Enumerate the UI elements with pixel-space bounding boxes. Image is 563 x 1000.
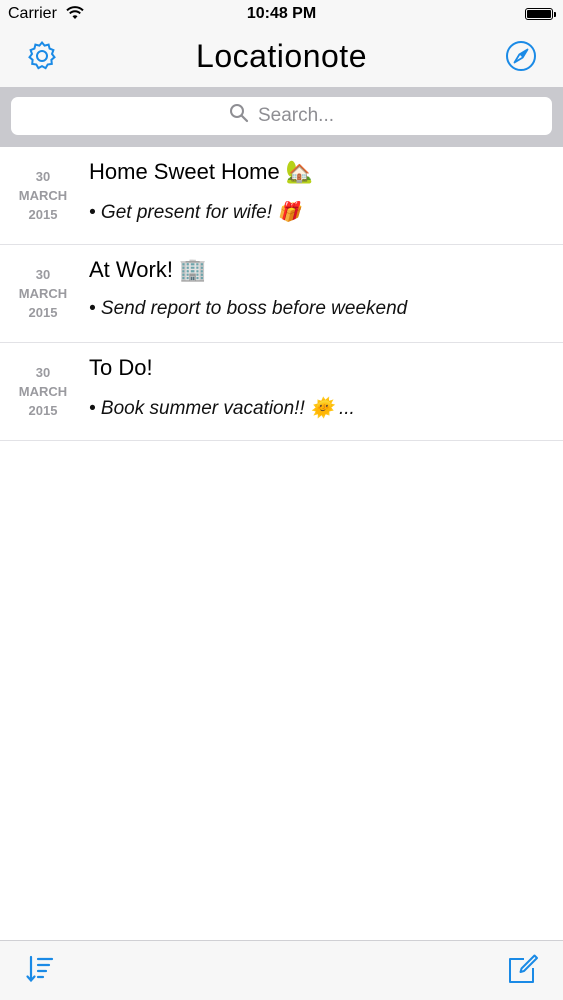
nav-bar: Locationote bbox=[0, 30, 563, 87]
note-month: MARCH bbox=[18, 286, 68, 301]
note-month: MARCH bbox=[18, 188, 68, 203]
sort-button[interactable] bbox=[22, 953, 58, 989]
note-day: 30 bbox=[35, 365, 51, 380]
search-placeholder: Search... bbox=[257, 105, 335, 126]
location-button[interactable] bbox=[501, 38, 541, 78]
search-input[interactable]: Search... bbox=[11, 97, 552, 135]
list-item[interactable]: 30 MARCH 2015 To Do! • Book summer vacat… bbox=[0, 343, 563, 441]
note-title: At Work! 🏢 bbox=[89, 257, 207, 282]
note-snippet: • Book summer vacation!! 🌞 ... bbox=[89, 398, 355, 419]
note-month: MARCH bbox=[18, 384, 68, 399]
sort-icon bbox=[25, 954, 55, 989]
magnifier-icon bbox=[229, 103, 258, 129]
note-title: To Do! bbox=[89, 355, 153, 380]
page-title: Locationote bbox=[196, 38, 367, 74]
status-time: 10:48 PM bbox=[246, 5, 317, 22]
list-item[interactable]: 30 MARCH 2015 At Work! 🏢 • Send report t… bbox=[0, 245, 563, 343]
search-bar: Search... bbox=[0, 87, 563, 147]
note-snippet: • Send report to boss before weekend bbox=[89, 298, 408, 319]
note-date: 30 MARCH 2015 bbox=[8, 363, 78, 420]
battery-icon bbox=[525, 8, 556, 20]
note-list: 30 MARCH 2015 Home Sweet Home 🏡 • Get pr… bbox=[0, 147, 563, 441]
note-year: 2015 bbox=[28, 305, 58, 320]
note-day: 30 bbox=[35, 169, 51, 184]
note-date: 30 MARCH 2015 bbox=[8, 167, 78, 224]
list-item[interactable]: 30 MARCH 2015 Home Sweet Home 🏡 • Get pr… bbox=[0, 147, 563, 245]
note-date: 30 MARCH 2015 bbox=[8, 265, 78, 322]
note-day: 30 bbox=[35, 267, 51, 282]
status-bar: Carrier 10:48 PM bbox=[0, 0, 563, 30]
note-title: Home Sweet Home 🏡 bbox=[89, 159, 314, 184]
note-year: 2015 bbox=[28, 207, 58, 222]
bottom-toolbar bbox=[0, 940, 563, 1000]
note-year: 2015 bbox=[28, 403, 58, 418]
compose-icon bbox=[507, 953, 539, 990]
compass-icon bbox=[505, 40, 537, 77]
note-snippet: • Get present for wife! 🎁 bbox=[89, 202, 301, 223]
compose-button[interactable] bbox=[505, 953, 541, 989]
